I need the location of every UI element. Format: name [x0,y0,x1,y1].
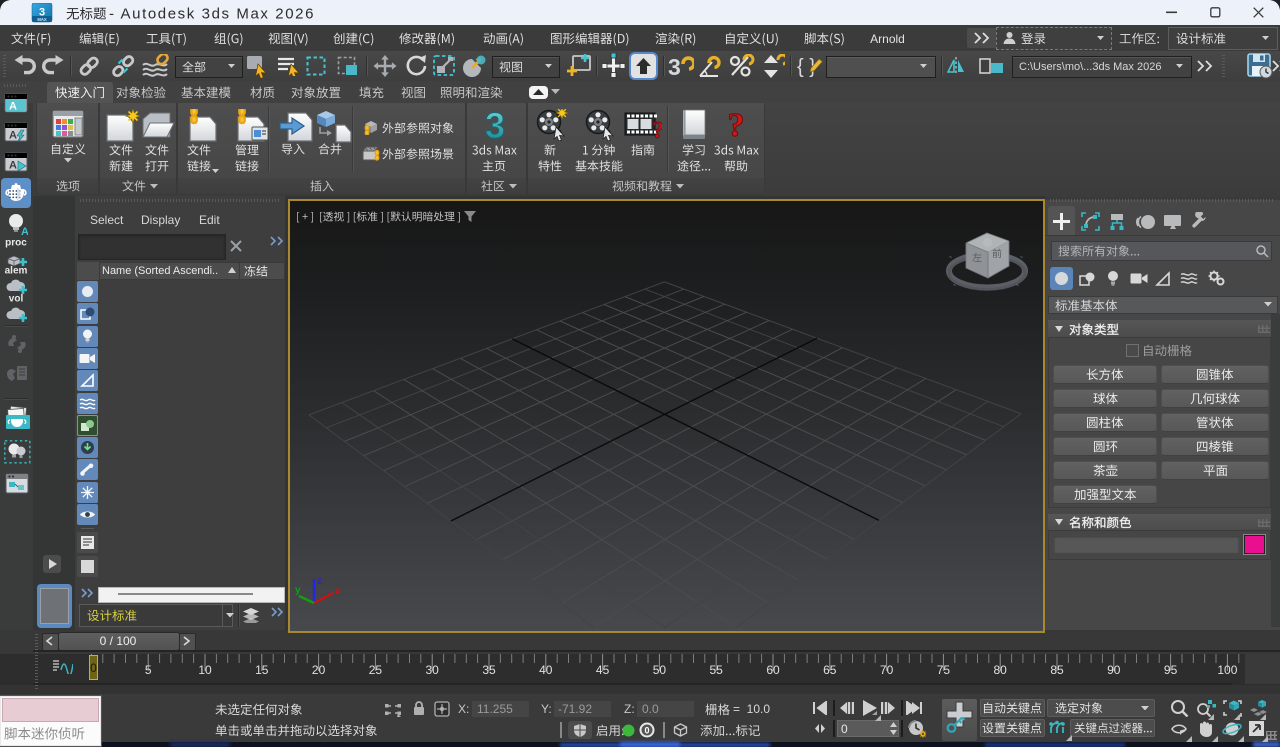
svg-text:y: y [295,585,301,596]
svg-text:~: ~ [953,283,956,289]
svg-text:A: A [9,101,17,113]
svg-text:A: A [9,160,17,172]
svg-text:A: A [9,130,17,142]
svg-text:3: 3 [485,107,505,143]
svg-text:?: ? [652,118,662,142]
svg-text:MAX: MAX [37,17,47,22]
svg-text:~: ~ [949,255,952,261]
svg-text:~: ~ [1020,255,1023,261]
svg-text:3: 3 [668,54,681,79]
svg-text:A: A [21,226,28,236]
svg-text:~: ~ [1016,283,1019,289]
svg-text:0: 0 [644,726,649,736]
svg-text:?: ? [728,107,745,142]
svg-text:z: z [317,576,322,587]
svg-text:x: x [335,586,341,597]
